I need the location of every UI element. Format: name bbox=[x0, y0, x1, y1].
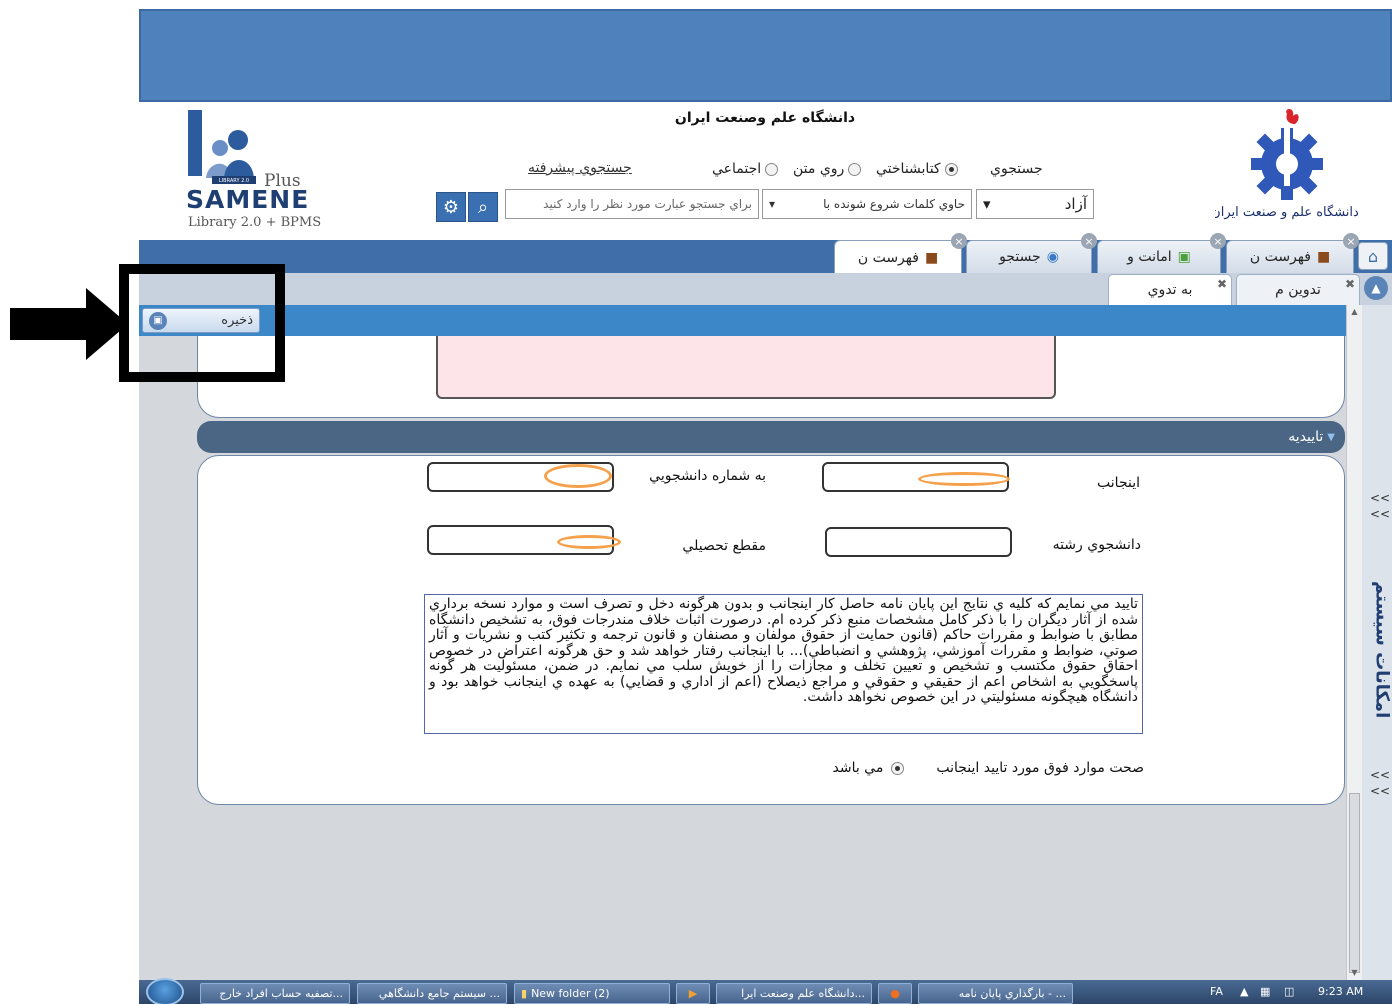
terms-text: تاييد مي نمايم كه كليه ي نتايج اين پايان… bbox=[424, 594, 1143, 734]
search-button[interactable]: ⌕ bbox=[468, 192, 498, 222]
radio-bibliographic[interactable]: كتابشناختي bbox=[876, 158, 958, 180]
confirm-radio[interactable] bbox=[891, 761, 905, 775]
highlight-oval bbox=[557, 535, 621, 549]
taskbar-item-folder[interactable]: ▮ New folder (2) bbox=[514, 983, 670, 1004]
mode-select[interactable]: آزاد ▾ bbox=[976, 189, 1094, 219]
folder-icon: ▮ bbox=[521, 987, 528, 1000]
tab-search[interactable]: ◉ جستجو × bbox=[966, 233, 1097, 273]
form-toolbar bbox=[139, 305, 1346, 336]
tab-catalog-2-active[interactable]: ■ فهرست ن × bbox=[834, 233, 967, 274]
taskbar-item-ie-2[interactable]: ... سيستم جامع دانشگاهي bbox=[357, 983, 507, 1004]
taskbar-item-chrome[interactable]: ...دانشگاه علم وصنعت ايرا bbox=[716, 983, 872, 1004]
chevron-up-icon: ▲ bbox=[1371, 281, 1381, 295]
close-icon[interactable]: ✖ bbox=[1217, 277, 1227, 291]
degree-label: مقطع تحصيلي bbox=[682, 538, 766, 554]
annotation-highlight-box bbox=[119, 264, 285, 382]
chevron-down-icon: ▼ bbox=[1327, 431, 1335, 443]
confirm-row: صحت موارد فوق مورد تاييد اينجانب مي باشد bbox=[818, 758, 1144, 778]
student-number-label: به شماره دانشجويي bbox=[649, 468, 766, 484]
highlight-oval bbox=[918, 472, 1010, 486]
student-label: اينجانب bbox=[1097, 475, 1140, 491]
close-icon[interactable]: × bbox=[1343, 233, 1359, 249]
expand-rail-bottom[interactable]: << << bbox=[1370, 767, 1390, 799]
search-type-label: جستجوي bbox=[990, 161, 1043, 177]
settings-button[interactable]: ⚙ bbox=[436, 192, 466, 222]
globe-search-icon: ◉ bbox=[1046, 249, 1059, 265]
radio-social[interactable]: اجتماعي bbox=[712, 158, 779, 180]
samene-brand: SAMENE bbox=[186, 185, 309, 214]
chevron-down-icon: ▾ bbox=[769, 197, 776, 211]
scrollbar-thumb[interactable] bbox=[1349, 793, 1360, 973]
taskbar-item-ie-1[interactable]: ...تصفيه حساب افراد خارج bbox=[200, 983, 350, 1004]
firefox-icon: ● bbox=[890, 987, 900, 1000]
highlight-oval bbox=[544, 464, 612, 488]
university-logo: دانشگاه علم و صنعت ایران bbox=[1211, 106, 1365, 231]
tab-loans[interactable]: ▣ امانت و × bbox=[1097, 233, 1226, 273]
system-features-rail[interactable]: امكانات سيستم bbox=[1352, 570, 1392, 730]
cart-icon: ▣ bbox=[1177, 249, 1191, 265]
taskbar-item-word[interactable]: ... - بارگذاري پايان نامه bbox=[918, 983, 1073, 1004]
samene-logo: LIBRARY 2.0 Plus SAMENE Library 2.0 + BP… bbox=[182, 108, 342, 233]
close-icon[interactable]: ✖ bbox=[1345, 277, 1355, 291]
tab-catalog-1[interactable]: ■ فهرست ن × bbox=[1226, 233, 1359, 273]
major-field[interactable] bbox=[825, 527, 1012, 557]
university-logo-caption: دانشگاه علم و صنعت ایران bbox=[1215, 204, 1359, 220]
gear-icon: ⚙ bbox=[442, 196, 460, 218]
collapse-up-button[interactable]: ▲ bbox=[1364, 276, 1388, 300]
confirm-label: صحت موارد فوق مورد تاييد اينجانب bbox=[936, 760, 1144, 776]
search-icon: ⌕ bbox=[477, 196, 489, 218]
confirm-option: مي باشد bbox=[832, 760, 884, 776]
expand-rail-top[interactable]: << << bbox=[1370, 490, 1390, 522]
university-title: دانشگاه علم وصنعت ايران bbox=[674, 110, 856, 126]
condition-select[interactable]: حاوي كلمات شروع شونده با ▾ bbox=[762, 189, 972, 219]
network-icon[interactable]: ▦ bbox=[1260, 985, 1270, 998]
advanced-search-link[interactable]: جستجوي پيشرفته bbox=[528, 160, 632, 176]
book-icon: ■ bbox=[1316, 249, 1331, 265]
text-area-pink[interactable] bbox=[436, 336, 1056, 399]
tray-chevron-icon[interactable]: ▲ bbox=[1240, 985, 1248, 998]
scroll-down-icon[interactable]: ▼ bbox=[1349, 968, 1360, 978]
top-banner bbox=[139, 9, 1392, 102]
media-icon: ▶ bbox=[688, 987, 698, 1000]
chevron-down-icon: ▾ bbox=[983, 195, 991, 213]
close-icon[interactable]: × bbox=[1081, 233, 1097, 249]
home-icon: ⌂ bbox=[1367, 246, 1379, 266]
annotation-arrow-icon bbox=[10, 288, 128, 360]
radio-full-text[interactable]: روي متن bbox=[793, 158, 862, 180]
clock[interactable]: 9:23 AM bbox=[1318, 985, 1363, 998]
samene-badge: LIBRARY 2.0 bbox=[219, 178, 249, 184]
close-icon[interactable]: × bbox=[1210, 233, 1226, 249]
search-input[interactable]: براي جستجو عبارت مورد نظر را وارد كنيد bbox=[505, 189, 759, 219]
start-button[interactable] bbox=[146, 978, 184, 1004]
major-label: دانشجوي رشته bbox=[1052, 537, 1141, 553]
samene-subtitle: Library 2.0 + BPMS bbox=[188, 215, 321, 230]
volume-icon[interactable]: ◫ bbox=[1284, 985, 1294, 998]
screenshot-root: دانشگاه علم وصنعت ايران دانشگاه علم و صن… bbox=[0, 0, 1392, 1004]
subtab-compile[interactable]: تدوين م ✖ bbox=[1236, 274, 1360, 305]
home-button[interactable]: ⌂ bbox=[1358, 242, 1388, 270]
approval-section-header[interactable]: ▼ تاييديه bbox=[197, 421, 1345, 453]
radio-social-dot[interactable] bbox=[765, 162, 779, 176]
radio-bibliographic-dot[interactable] bbox=[944, 162, 958, 176]
radio-full-text-dot[interactable] bbox=[848, 162, 862, 176]
taskbar-item-media[interactable]: ▶ bbox=[676, 983, 710, 1004]
book-icon: ■ bbox=[924, 249, 939, 266]
language-indicator[interactable]: FA bbox=[1210, 985, 1223, 998]
close-icon[interactable]: × bbox=[951, 233, 967, 249]
scroll-up-icon[interactable]: ▲ bbox=[1349, 307, 1360, 317]
taskbar-item-firefox[interactable]: ● bbox=[878, 983, 912, 1004]
subtab-compile-2[interactable]: به تدوي ✖ bbox=[1108, 274, 1232, 305]
